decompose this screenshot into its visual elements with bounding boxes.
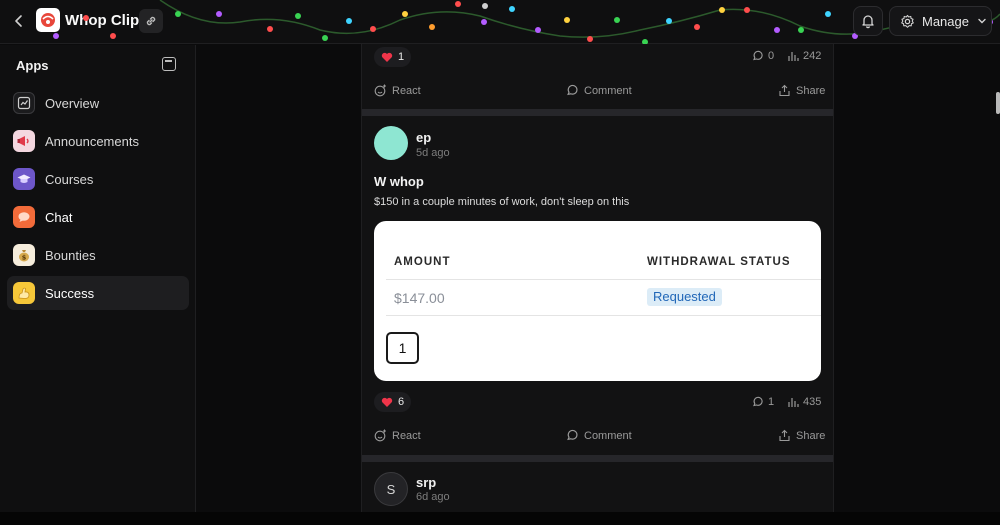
manage-button[interactable]: Manage	[889, 6, 992, 36]
sidebar-item-chat[interactable]: Chat	[7, 200, 189, 234]
post-divider	[362, 455, 833, 462]
sidebar-item-success[interactable]: Success	[7, 276, 189, 310]
avatar[interactable]: S	[374, 472, 408, 506]
comment-count: 0	[752, 50, 774, 62]
top-bar: Whop Clips Manage	[0, 0, 1000, 45]
view-count: 242	[787, 50, 821, 62]
heart-icon	[381, 397, 393, 407]
post-body: $150 in a couple minutes of work, don't …	[374, 196, 630, 208]
smile-plus-icon	[374, 429, 386, 442]
comment-icon	[753, 396, 763, 407]
reaction-count: 1	[398, 51, 405, 63]
column-header-status: WITHDRAWAL STATUS	[647, 256, 791, 268]
post-divider	[362, 109, 833, 116]
feed-column: 1 0 242 React Comment Share ep 5d ago W …	[361, 44, 834, 525]
apps-header: Apps	[16, 58, 49, 73]
back-button[interactable]	[10, 12, 28, 30]
link-icon	[146, 16, 156, 26]
bar-chart-icon	[788, 398, 799, 407]
post-author[interactable]: srp	[416, 475, 436, 490]
sidebar-item-overview[interactable]: Overview	[7, 86, 189, 120]
smile-plus-icon	[374, 84, 386, 97]
app-title: Whop Clips	[65, 12, 148, 29]
gear-icon	[901, 14, 914, 28]
post-time: 6d ago	[416, 491, 450, 503]
amount-cell: $147.00	[394, 290, 445, 306]
apps-sidebar: Apps Overview Announcements Courses Chat	[0, 45, 196, 525]
bar-chart-icon	[788, 52, 799, 61]
sidebar-item-courses[interactable]: Courses	[7, 162, 189, 196]
sidebar-item-label: Success	[45, 285, 95, 301]
withdrawal-card: AMOUNT WITHDRAWAL STATUS $147.00 Request…	[374, 221, 821, 381]
share-button[interactable]: Share	[778, 84, 825, 97]
reaction-pill[interactable]: 1	[374, 47, 412, 67]
page-scrollbar[interactable]	[996, 92, 1000, 114]
table-divider	[386, 279, 821, 280]
comment-button[interactable]: Comment	[566, 429, 632, 442]
share-icon	[779, 84, 790, 97]
reaction-pill[interactable]: 6	[374, 392, 412, 412]
comment-icon	[753, 50, 763, 61]
heart-icon	[381, 52, 393, 62]
manage-label: Manage	[922, 13, 969, 29]
overview-icon	[13, 92, 35, 114]
view-count: 435	[787, 396, 821, 408]
comment-button[interactable]: Comment	[566, 84, 632, 97]
table-divider	[386, 315, 821, 316]
window-bottom-edge	[0, 512, 1000, 525]
chevron-down-icon	[978, 18, 986, 24]
bell-icon	[862, 15, 874, 29]
chat-bubble-icon	[13, 206, 35, 228]
sidebar-item-label: Courses	[45, 171, 94, 187]
sidebar-item-label: Chat	[45, 209, 73, 225]
copy-link-button[interactable]	[139, 9, 163, 33]
collapse-sidebar-button[interactable]	[162, 57, 176, 71]
sidebar-item-announcements[interactable]: Announcements	[7, 124, 189, 158]
sidebar-item-label: Announcements	[45, 133, 139, 149]
graduation-cap-icon	[13, 168, 35, 190]
reaction-count: 6	[398, 396, 405, 408]
react-button[interactable]: React	[374, 84, 421, 97]
sidebar-item-label: Overview	[45, 95, 100, 111]
money-bag-icon: $	[13, 244, 35, 266]
status-badge: Requested	[647, 288, 722, 306]
chevron-left-icon	[15, 15, 22, 27]
react-button[interactable]: React	[374, 429, 421, 442]
page-number-button[interactable]: 1	[386, 332, 419, 364]
whop-logo-icon	[41, 13, 55, 27]
comment-count: 1	[752, 396, 774, 408]
post-title: W whop	[374, 174, 424, 189]
svg-text:$: $	[22, 254, 27, 262]
sidebar-item-label: Bounties	[45, 247, 96, 263]
app-logo[interactable]	[36, 8, 60, 32]
notifications-button[interactable]	[853, 6, 883, 36]
share-button[interactable]: Share	[778, 429, 825, 442]
post-author[interactable]: ep	[416, 130, 431, 145]
avatar[interactable]	[374, 126, 408, 160]
post-time: 5d ago	[416, 147, 450, 159]
comment-icon	[567, 84, 578, 96]
flexed-arm-icon	[13, 282, 35, 304]
megaphone-icon	[13, 130, 35, 152]
column-header-amount: AMOUNT	[394, 256, 451, 268]
comment-icon	[567, 429, 578, 441]
share-icon	[779, 429, 790, 442]
sidebar-item-bounties[interactable]: $ Bounties	[7, 238, 189, 272]
apps-nav: Overview Announcements Courses Chat $ Bo…	[7, 86, 189, 314]
